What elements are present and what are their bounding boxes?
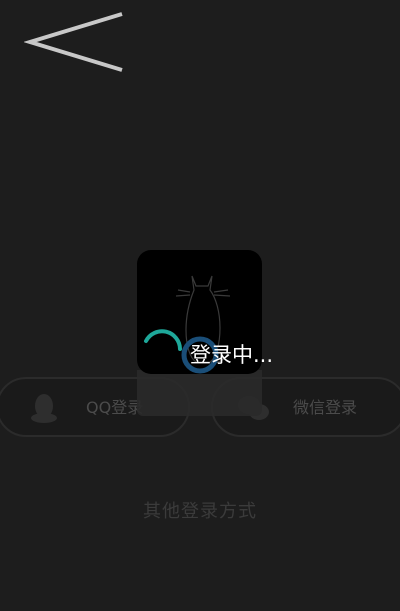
loading-card-shadow <box>137 370 262 416</box>
login-screen: QQ登录 微信登录 其他登录方式 登录中... <box>0 0 400 611</box>
qq-penguin-icon <box>31 394 57 423</box>
other-login-methods-label: 其他登录方式 <box>143 501 257 522</box>
wechat-login-label: 微信登录 <box>293 398 358 417</box>
loading-text: 登录中... <box>190 343 274 367</box>
qq-login-label: QQ登录 <box>86 398 144 417</box>
chevron-left-icon <box>23 12 123 72</box>
back-button[interactable] <box>23 10 128 76</box>
